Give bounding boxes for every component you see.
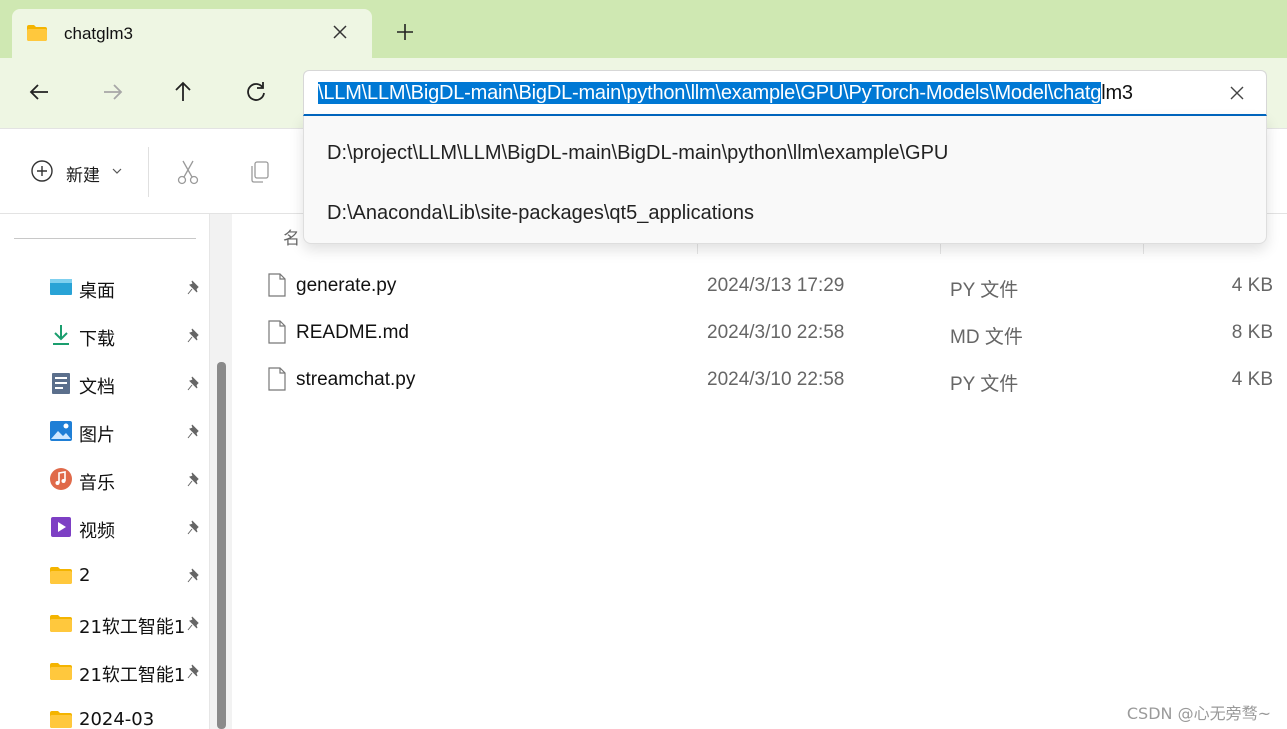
address-path: \LLM\LLM\BigDL-main\BigDL-main\python\ll… [318,82,1133,105]
sidebar-item-label: 图片 [79,425,115,446]
pin-icon[interactable] [186,616,202,632]
file-date: 2024/3/13 17:29 [707,275,845,296]
new-button-label: 新建 [66,166,100,186]
sidebar-item-folder-2024-03[interactable]: 2024-03 [48,699,208,729]
file-row-streamchat[interactable]: streamchat.py 2024/3/10 22:58 PY 文件 4 KB [263,359,1273,399]
file-name: README.md [296,322,409,343]
sidebar-item-downloads[interactable]: 下载 [48,315,208,355]
file-type: MD 文件 [950,327,1023,348]
back-arrow-icon[interactable] [26,78,54,106]
clear-icon[interactable] [1228,84,1246,102]
sidebar-item-desktop[interactable]: 桌面 [48,267,208,307]
sidebar-item-label: 音乐 [79,473,115,494]
file-date: 2024/3/10 22:58 [707,369,845,390]
file-size: 4 KB [1231,369,1273,390]
desktop-icon [50,279,72,295]
file-size: 4 KB [1231,275,1273,296]
column-header-name[interactable]: 名 [283,224,300,249]
file-size: 8 KB [1231,322,1273,343]
add-circle-icon [31,160,53,182]
folder-icon [27,25,47,41]
toolbar-divider [148,147,149,197]
folder-icon [50,711,72,728]
file-list-pane: 名 generate.py 2024/3/13 17:29 PY 文件 4 KB… [233,214,1287,729]
sidebar-item-label: 21软工智能1 [79,665,186,686]
sidebar-item-documents[interactable]: 文档 [48,363,208,403]
folder-icon [50,663,72,680]
up-arrow-icon[interactable] [169,78,197,106]
chevron-down-icon [112,168,122,174]
sidebar-item-label: 2024-03 [79,709,155,729]
download-icon [53,325,69,345]
pictures-icon [50,421,72,441]
folder-icon [50,615,72,632]
pin-icon[interactable] [186,424,202,440]
pin-icon[interactable] [186,472,202,488]
new-button[interactable]: 新建 [28,157,128,187]
address-selected-text: \LLM\LLM\BigDL-main\BigDL-main\python\ll… [318,82,1102,104]
file-icon [268,367,286,391]
file-icon [268,273,286,297]
file-type: PY 文件 [950,280,1019,301]
file-date: 2024/3/10 22:58 [707,322,845,343]
sidebar-item-label: 桌面 [79,281,115,302]
pin-icon[interactable] [186,376,202,392]
pin-icon[interactable] [186,328,202,344]
copy-icon[interactable] [248,159,272,185]
sidebar-item-videos[interactable]: 视频 [48,507,208,547]
sidebar-item-folder-2[interactable]: 2 [48,555,208,595]
sidebar-scrollbar[interactable] [209,214,232,729]
file-row-readme[interactable]: README.md 2024/3/10 22:58 MD 文件 8 KB [263,312,1273,352]
file-explorer-window: chatglm3 \LLM\LLM\BigDL-main\BigDL-main\… [0,0,1287,729]
tab-title: chatglm3 [64,24,133,43]
sidebar-item-label: 21软工智能1 [79,617,186,638]
navigation-pane: 桌面 下载 文档 图片 音乐 视频 2 21软工智能1 21软工智能1 2024… [0,214,232,729]
pin-icon[interactable] [186,280,202,296]
address-bar-input[interactable]: \LLM\LLM\BigDL-main\BigDL-main\python\ll… [303,70,1267,116]
sidebar-item-label: 视频 [79,521,115,542]
suggestion-item[interactable]: D:\Anaconda\Lib\site-packages\qt5_applic… [327,202,754,225]
pin-icon[interactable] [186,520,202,536]
tab-chatglm3[interactable]: chatglm3 [12,9,372,58]
sidebar-item-label: 2 [79,565,91,586]
address-unselected-text: lm3 [1101,82,1133,104]
forward-arrow-icon[interactable] [98,78,126,106]
pin-icon[interactable] [186,664,202,680]
pin-icon[interactable] [186,568,202,584]
sidebar-item-folder-21-1[interactable]: 21软工智能1 [48,603,208,643]
suggestion-item[interactable]: D:\project\LLM\LLM\BigDL-main\BigDL-main… [327,142,948,165]
tab-bar: chatglm3 [0,0,1287,58]
cut-icon[interactable] [176,159,200,185]
sidebar-item-music[interactable]: 音乐 [48,459,208,499]
sidebar-item-label: 下载 [79,329,115,350]
sidebar-divider [14,238,196,239]
close-icon[interactable] [330,22,350,42]
sidebar-item-pictures[interactable]: 图片 [48,411,208,451]
file-name: generate.py [296,275,397,296]
scrollbar-thumb[interactable] [217,362,226,729]
file-row-generate[interactable]: generate.py 2024/3/13 17:29 PY 文件 4 KB [263,265,1273,305]
sidebar-item-folder-21-2[interactable]: 21软工智能1 [48,651,208,691]
watermark: CSDN @心无旁骛~ [1126,704,1271,723]
file-name: streamchat.py [296,369,416,390]
folder-icon [50,567,72,584]
file-type: PY 文件 [950,374,1019,395]
music-icon [50,468,72,490]
refresh-icon[interactable] [242,78,270,106]
file-icon [268,320,286,344]
new-tab-plus-icon[interactable] [394,21,416,43]
documents-icon [52,373,70,394]
sidebar-item-label: 文档 [79,377,115,398]
videos-icon [51,517,71,537]
address-suggestions-dropdown: D:\project\LLM\LLM\BigDL-main\BigDL-main… [303,116,1267,244]
